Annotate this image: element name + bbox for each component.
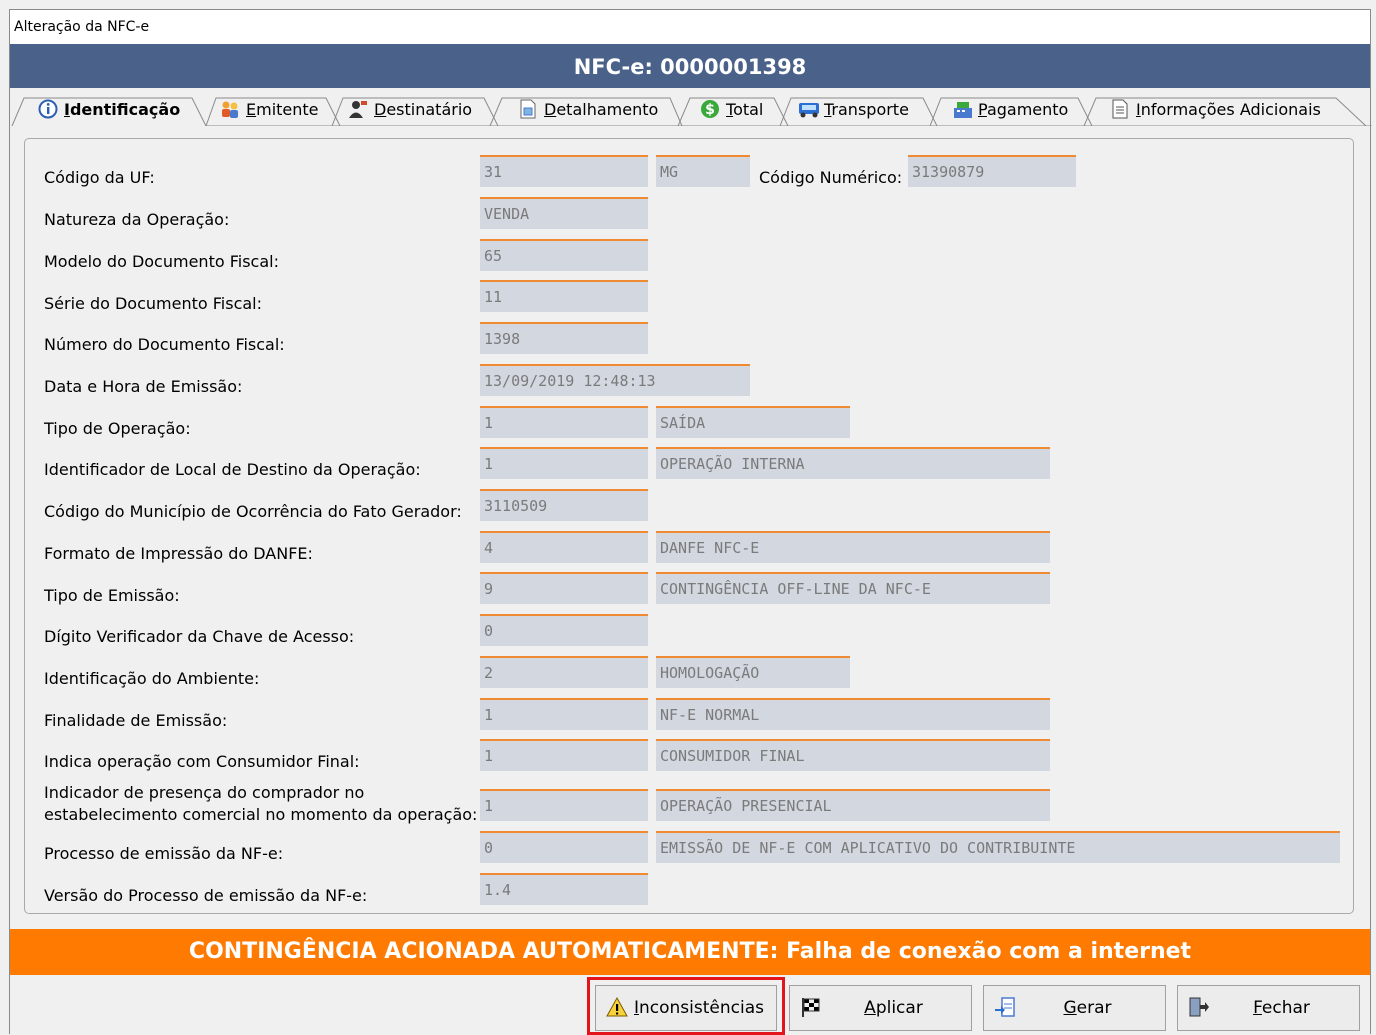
tab-label: Identificação — [64, 99, 181, 119]
spreadsheet-icon — [518, 99, 538, 119]
consumidor-label: Indica operação com Consumidor Final: — [44, 752, 360, 771]
consumidor-field[interactable]: 1 — [480, 739, 648, 771]
tab-label: Detalhamento — [544, 99, 659, 119]
digito-field[interactable]: 0 — [480, 614, 648, 646]
tab-label: Pagamento — [978, 99, 1069, 119]
processo-field[interactable]: 0 — [480, 831, 648, 863]
finalidade-field[interactable]: 1 — [480, 698, 648, 730]
tab-informacoes-adicionais[interactable]: Informações Adicionais — [1110, 98, 1321, 120]
municipio-label: Código do Município de Ocorrência do Fat… — [44, 502, 462, 521]
modelo-label: Modelo do Documento Fiscal: — [44, 252, 279, 271]
svg-text:$: $ — [705, 102, 715, 118]
info-icon — [38, 99, 58, 119]
tab-identificacao[interactable]: Identificação — [38, 98, 180, 120]
local-destino-field[interactable]: 1 — [480, 447, 648, 479]
gerar-button[interactable]: Gerar — [983, 985, 1166, 1031]
digito-label: Dígito Verificador da Chave de Acesso: — [44, 627, 355, 646]
ambiente-label: Identificação do Ambiente: — [44, 669, 260, 688]
tab-label: Emitente — [246, 99, 319, 119]
cod-numerico-field[interactable]: 31390879 — [908, 155, 1076, 187]
tab-label: Total — [726, 99, 764, 119]
versao-label: Versão do Processo de emissão da NF-e: — [44, 886, 368, 905]
tab-pagamento[interactable]: Pagamento — [952, 98, 1068, 120]
dollar-icon: $ — [700, 99, 720, 119]
fechar-button[interactable]: Fechar — [1177, 985, 1360, 1031]
tipo-operacao-desc-field[interactable]: SAÍDA — [656, 406, 850, 438]
tipo-emissao-label: Tipo de Emissão: — [44, 586, 180, 605]
tipo-emissao-desc-field[interactable]: CONTINGÊNCIA OFF-LINE DA NFC-E — [656, 572, 1050, 604]
tipo-operacao-field[interactable]: 1 — [480, 406, 648, 438]
cod-uf-label: Código da UF: — [44, 168, 155, 187]
tipo-operacao-label: Tipo de Operação: — [44, 419, 191, 438]
data-hora-field[interactable]: 13/09/2019 12:48:13 — [480, 364, 750, 396]
presenca-label-line2: estabelecimento comercial no momento da … — [44, 805, 478, 824]
tab-destinatario[interactable]: Destinatário — [348, 98, 472, 120]
cod-uf-desc-field[interactable]: MG — [656, 155, 750, 187]
versao-field[interactable]: 1.4 — [480, 873, 648, 905]
aplicar-button[interactable]: Aplicar — [789, 985, 972, 1031]
presenca-label-line1: Indicador de presença do comprador no — [44, 783, 365, 802]
cash-register-icon — [952, 99, 972, 119]
presenca-desc-field[interactable]: OPERAÇÃO PRESENCIAL — [656, 789, 1050, 821]
gerar-label: Gerar — [1063, 998, 1112, 1018]
finalidade-desc-field[interactable]: NF-E NORMAL — [656, 698, 1050, 730]
contingency-status-bar: CONTINGÊNCIA ACIONADA AUTOMATICAMENTE: F… — [10, 929, 1370, 975]
tab-label: Destinatário — [374, 99, 473, 119]
document-icon — [1110, 99, 1130, 119]
cod-uf-field[interactable]: 31 — [480, 155, 648, 187]
local-destino-desc-field[interactable]: OPERAÇÃO INTERNA — [656, 447, 1050, 479]
user-card-icon — [348, 99, 368, 119]
tab-bar: Identificação Emitente Destinatário Deta… — [10, 88, 1372, 126]
aplicar-label: Aplicar — [864, 998, 923, 1018]
numero-field[interactable]: 1398 — [480, 322, 648, 354]
local-destino-label: Identificador de Local de Destino da Ope… — [44, 460, 421, 479]
tab-total[interactable]: $ Total — [700, 98, 763, 120]
numero-label: Número do Documento Fiscal: — [44, 335, 285, 354]
cod-numerico-label: Código Numérico: — [759, 168, 903, 187]
window-title: Alteração da NFC-e — [10, 10, 1370, 44]
tipo-emissao-field[interactable]: 9 — [480, 572, 648, 604]
finalidade-label: Finalidade de Emissão: — [44, 711, 228, 730]
inconsistencias-button[interactable]: Inconsistências — [595, 985, 777, 1031]
presenca-field[interactable]: 1 — [480, 789, 648, 821]
serie-field[interactable]: 11 — [480, 280, 648, 312]
processo-desc-field[interactable]: EMISSÃO DE NF-E COM APLICATIVO DO CONTRI… — [656, 831, 1340, 863]
window: Alteração da NFC-e NFC-e: 0000001398 Ide… — [9, 9, 1372, 1035]
formato-danfe-desc-field[interactable]: DANFE NFC-E — [656, 531, 1050, 563]
ambiente-desc-field[interactable]: HOMOLOGAÇÃO — [656, 656, 850, 688]
data-hora-label: Data e Hora de Emissão: — [44, 377, 243, 396]
ambiente-field[interactable]: 2 — [480, 656, 648, 688]
modelo-field[interactable]: 65 — [480, 239, 648, 271]
fechar-label: Fechar — [1253, 998, 1310, 1018]
natureza-label: Natureza da Operação: — [44, 210, 230, 229]
page-title: NFC-e: 0000001398 — [10, 44, 1370, 88]
formato-danfe-field[interactable]: 4 — [480, 531, 648, 563]
processo-label: Processo de emissão da NF-e: — [44, 844, 284, 863]
inconsistencias-label: Inconsistências — [634, 998, 764, 1018]
tab-label: Transporte — [824, 99, 909, 119]
tab-emitente[interactable]: Emitente — [220, 98, 319, 120]
truck-icon — [798, 99, 819, 119]
tab-transporte[interactable]: Transporte — [798, 98, 909, 120]
consumidor-desc-field[interactable]: CONSUMIDOR FINAL — [656, 739, 1050, 771]
tab-label: Informações Adicionais — [1136, 99, 1321, 119]
formato-danfe-label: Formato de Impressão do DANFE: — [44, 544, 313, 563]
serie-label: Série do Documento Fiscal: — [44, 294, 263, 313]
users-icon — [220, 99, 240, 119]
natureza-field[interactable]: VENDA — [480, 197, 648, 229]
municipio-field[interactable]: 3110509 — [480, 489, 648, 521]
tab-detalhamento[interactable]: Detalhamento — [518, 98, 658, 120]
